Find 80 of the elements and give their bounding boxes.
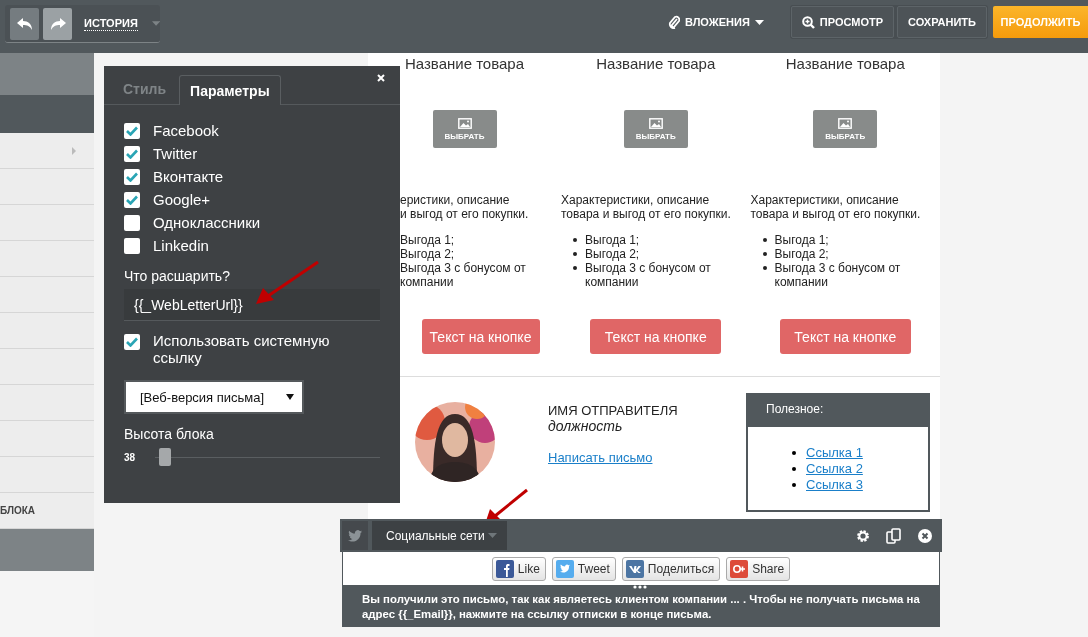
product-title: Название товара xyxy=(596,55,716,72)
benefit-text: Выгода 1; xyxy=(585,233,640,247)
image-icon xyxy=(648,117,663,129)
footer-text: Вы получили это письмо, так как являетесь клиентом компании ... . Чтобы не получать письма на адрес {{_Email}}, нажмите на ссылку отписки в конце письма. xyxy=(342,585,940,627)
share-button[interactable]: Share xyxy=(726,556,791,581)
facebook-icon xyxy=(495,559,514,578)
sidebar-item[interactable]: БЛОКА xyxy=(0,493,94,529)
benefit-text: Выгода 3 с бонусом от компании xyxy=(400,261,527,289)
block-type-dropdown[interactable]: Социальные сети xyxy=(372,521,507,550)
save-button[interactable]: СОХРАНИТЬ xyxy=(897,6,987,38)
expand-arrow-icon xyxy=(72,146,76,155)
benefit-text: Выгода 2; xyxy=(774,247,829,261)
useful-link[interactable]: Ссылка 1 xyxy=(806,445,863,461)
benefit-text: Выгода 3 с бонусом от компании xyxy=(585,261,712,289)
benefit-text: Выгода 1; xyxy=(400,233,455,247)
twitter-icon xyxy=(555,559,574,578)
useful-heading: Полезное: xyxy=(748,395,928,427)
checkbox[interactable] xyxy=(124,214,140,231)
zoom-in-icon xyxy=(801,15,815,29)
paperclip-icon xyxy=(668,15,680,29)
product-title: Название товара xyxy=(404,55,525,72)
google-icon xyxy=(730,559,749,578)
network-label: Одноклассники xyxy=(153,214,261,231)
write-email-link[interactable]: Написать письмо xyxy=(548,450,653,465)
network-label: Google+ xyxy=(153,191,211,208)
bullet-icon xyxy=(792,467,796,471)
block-height-label: Высота блока xyxy=(124,426,215,442)
checkbox[interactable] xyxy=(124,237,140,254)
sender-position: должность xyxy=(548,418,624,434)
checkbox[interactable] xyxy=(124,145,140,162)
product-description: Характеристики, описание товара и выгод от его покупки. xyxy=(561,193,731,221)
benefit-text: Выгода 1; xyxy=(774,233,829,247)
slider-value: 38 xyxy=(124,452,137,463)
redo-button[interactable] xyxy=(43,7,73,40)
caret-icon xyxy=(754,19,764,25)
bullet-icon xyxy=(792,451,796,455)
share-label: Что расшарить? xyxy=(124,268,231,284)
product-title: Название товара xyxy=(785,55,905,72)
redo-icon xyxy=(49,17,66,30)
annotation-arrow xyxy=(254,260,320,306)
product-description: Характеристики, описание товара и выгод от его покупки. xyxy=(750,193,921,221)
benefit-text: Выгода 2; xyxy=(400,247,455,261)
undo-button[interactable] xyxy=(10,7,40,40)
checkbox[interactable] xyxy=(124,168,140,185)
useful-link[interactable]: Ссылка 3 xyxy=(806,477,863,493)
history-dropdown[interactable]: ИСТОРИЯ xyxy=(84,16,138,31)
panel-tab[interactable]: Параметры xyxy=(179,75,281,105)
checkbox[interactable] xyxy=(124,334,140,350)
product-description: еристики, описание и выгод от его покупки. xyxy=(400,193,529,221)
caret-icon xyxy=(286,394,294,400)
attachments-dropdown[interactable]: ВЛОЖЕНИЯ xyxy=(662,12,770,32)
image-icon xyxy=(457,117,472,129)
bird-icon[interactable] xyxy=(342,521,368,550)
checkbox[interactable] xyxy=(124,122,140,139)
close-icon[interactable] xyxy=(377,74,385,82)
useful-link[interactable]: Ссылка 2 xyxy=(806,461,863,477)
settings-icon[interactable] xyxy=(856,528,870,543)
link-select[interactable]: [Веб-версия письма] xyxy=(124,380,304,414)
checkbox[interactable] xyxy=(124,191,140,208)
caret-icon xyxy=(488,533,497,538)
close-icon[interactable] xyxy=(918,528,932,543)
system-link-label: Использовать системную ссылку xyxy=(153,332,331,366)
image-icon xyxy=(838,117,853,129)
sender-name: ИМЯ ОТПРАВИТЕЛЯ xyxy=(548,403,679,418)
network-label: Вконтакте xyxy=(153,168,224,185)
preview-button[interactable]: ПРОСМОТР xyxy=(790,6,895,38)
slider-handle[interactable] xyxy=(159,448,172,466)
share-button[interactable]: Поделиться xyxy=(621,556,721,581)
bullet-icon xyxy=(792,483,796,487)
vk-icon xyxy=(625,559,644,578)
benefit-text: Выгода 2; xyxy=(585,247,640,261)
share-button[interactable]: Tweet xyxy=(551,556,616,581)
share-button[interactable]: Like xyxy=(491,556,546,581)
benefit-text: Выгода 3 с бонусом от компании xyxy=(774,261,902,289)
network-label: Facebook xyxy=(153,122,219,139)
copy-icon[interactable] xyxy=(886,527,902,544)
network-label: Twitter xyxy=(153,145,198,162)
undo-icon xyxy=(16,17,33,30)
share-input-field[interactable]: {{_WebLetterUrl}} xyxy=(124,289,380,321)
network-label: Linkedin xyxy=(153,237,209,254)
